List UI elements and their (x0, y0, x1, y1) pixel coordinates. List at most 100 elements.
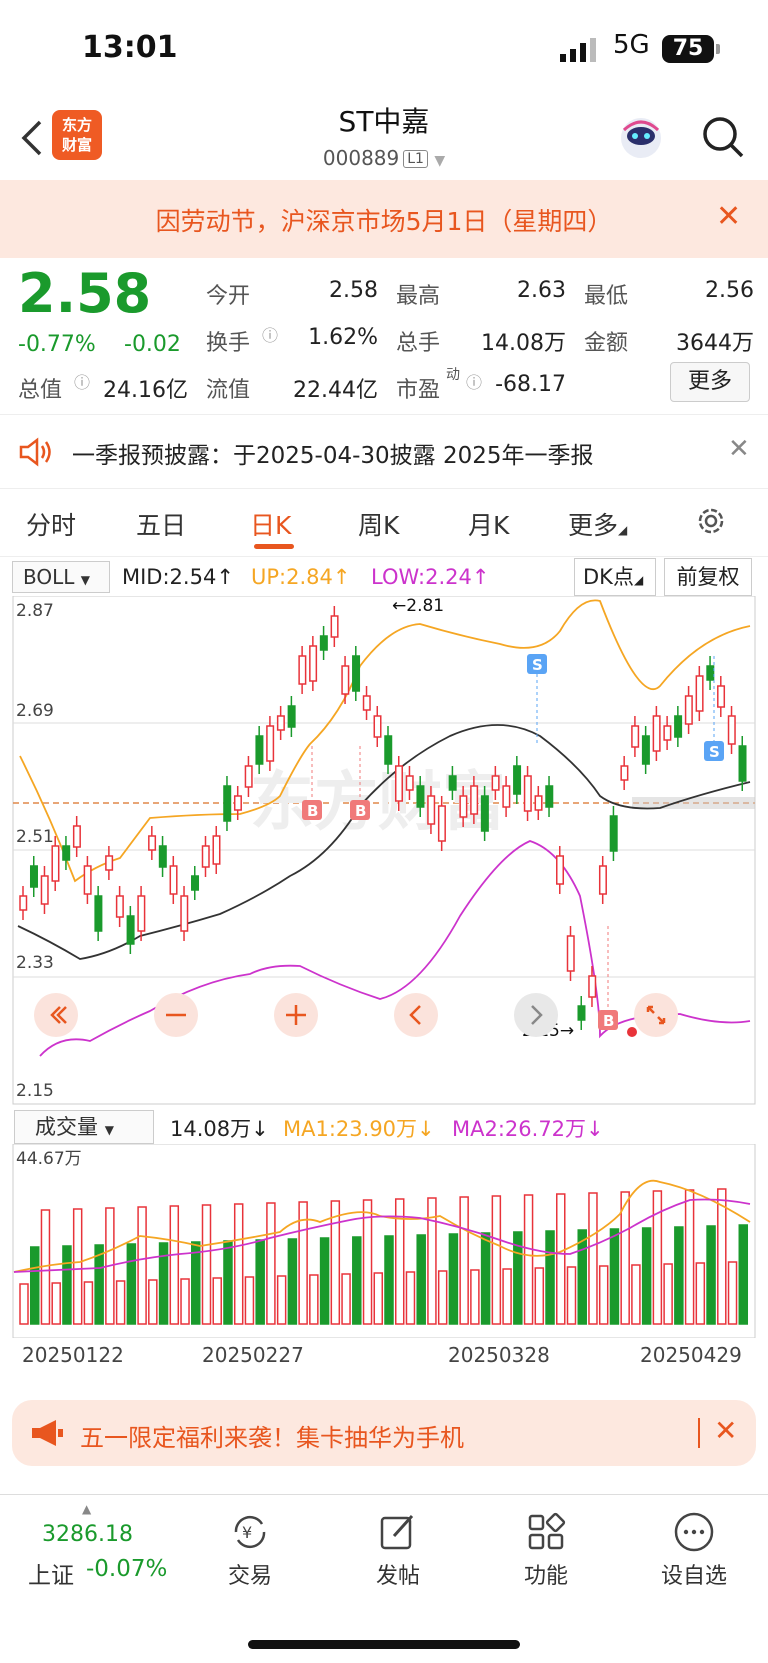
indicator-select[interactable]: BOLL ▼ (12, 561, 110, 593)
network-label: 5G (613, 30, 650, 60)
candle (502, 785, 511, 808)
candle (19, 895, 28, 911)
candle (148, 835, 157, 851)
candle (641, 735, 650, 765)
volume-bar (51, 1282, 61, 1325)
nav-add-watchlist[interactable]: 设自选 (644, 1558, 744, 1590)
candle (62, 845, 71, 861)
adjust-button[interactable]: 前复权 (664, 558, 752, 596)
expand-up-icon[interactable]: ▲ (82, 1502, 91, 1516)
volume-indicator-select[interactable]: 成交量 ▼ (14, 1110, 154, 1144)
volume-bar (309, 1274, 319, 1325)
candle (330, 615, 339, 638)
index-change[interactable]: -0.07% (86, 1556, 167, 1582)
index-name[interactable]: 上证 (28, 1556, 74, 1590)
volume-chart[interactable]: 44.67万 (0, 1144, 768, 1338)
volume-value-label: 14.08万↓ (170, 1117, 269, 1141)
info-icon[interactable]: ⓘ (74, 369, 90, 393)
battery-icon: 75 (662, 35, 714, 63)
nav-trade[interactable]: 交易 (200, 1558, 300, 1590)
volume-bar (255, 1239, 265, 1325)
candle (459, 795, 468, 818)
volume-value: 14.08万 (481, 331, 566, 356)
candle (169, 865, 178, 895)
close-icon[interactable]: ✕ (716, 202, 741, 232)
candle (201, 845, 210, 868)
volume-bar (577, 1229, 587, 1325)
candle (663, 725, 672, 741)
promo-text[interactable]: 五一限定福利来袭！集卡抽华为手机 (80, 1418, 464, 1453)
buy-marker: B (355, 802, 366, 820)
candle (556, 855, 565, 885)
post-icon[interactable] (376, 1510, 420, 1554)
volume-max-label: 44.67万 (16, 1149, 82, 1169)
volume-bar (341, 1273, 351, 1325)
volume-bar (545, 1230, 555, 1325)
candle (577, 1005, 586, 1021)
tab-monthly-k[interactable]: 月K (468, 506, 509, 542)
search-icon[interactable] (700, 114, 746, 160)
dk-point-button[interactable]: DK点◢ (574, 558, 656, 596)
candle (652, 715, 661, 752)
promo-divider (698, 1418, 700, 1448)
candle (83, 865, 92, 895)
volume-bar (405, 1271, 416, 1325)
more-button[interactable]: 更多 (670, 362, 750, 402)
volume-bar (534, 1267, 545, 1325)
trade-icon[interactable]: ¥ (228, 1510, 272, 1554)
tab-weekly-k[interactable]: 周K (358, 506, 399, 542)
volume-bar (148, 1279, 158, 1325)
tab-five-day[interactable]: 五日 (136, 506, 186, 542)
buy-marker: B (603, 1012, 614, 1030)
volume-bar (330, 1200, 341, 1325)
index-value[interactable]: 3286.18 (42, 1522, 133, 1547)
close-icon[interactable]: ✕ (714, 1414, 737, 1447)
tab-daily-k[interactable]: 日K (250, 506, 291, 542)
volume-bar (566, 1266, 577, 1325)
high-label: 最高 (396, 284, 441, 309)
candle (244, 765, 253, 788)
close-icon[interactable]: ✕ (728, 434, 750, 464)
boll-up: UP:2.84↑ (251, 565, 351, 589)
candle (427, 795, 436, 825)
nav-function[interactable]: 功能 (496, 1558, 596, 1590)
nav-post[interactable]: 发帖 (348, 1558, 448, 1590)
assistant-robot-icon[interactable] (616, 112, 666, 162)
y-tick: 2.87 (16, 601, 54, 621)
volume-bar (276, 1275, 287, 1325)
volume-bar (717, 1188, 727, 1325)
volume-bar (169, 1205, 180, 1325)
candle (416, 785, 425, 808)
volume-bar (180, 1278, 190, 1325)
volume-bar (191, 1241, 201, 1325)
candle (137, 895, 146, 932)
candle (598, 865, 607, 895)
volume-ma1: MA1:23.90万↓ (283, 1117, 435, 1141)
kline-chart[interactable]: 2.87 2.69 2.51 2.33 2.15 东方财富 B B S S B … (0, 596, 768, 1106)
volume-bar (62, 1245, 72, 1325)
candle (94, 895, 103, 932)
volume-bar (620, 1191, 630, 1325)
volume-bar (233, 1203, 244, 1325)
volume-bar (352, 1236, 362, 1325)
candle (738, 745, 747, 782)
tab-more[interactable]: 更多◢ (568, 506, 627, 542)
candle (29, 865, 38, 888)
info-icon[interactable]: ⓘ (262, 322, 278, 346)
gear-icon[interactable] (694, 504, 728, 538)
open-label: 今开 (206, 284, 251, 309)
boll-mid: MID:2.54↑ (122, 565, 234, 589)
change-percent: -0.77% (18, 332, 96, 357)
divider (0, 488, 768, 489)
announcement-text[interactable]: 一季报预披露：于2025-04-30披露 2025年一季报 (72, 436, 594, 470)
function-icon[interactable] (524, 1510, 568, 1554)
high-value: 2.63 (517, 278, 566, 303)
candle (212, 835, 221, 865)
candle (534, 795, 543, 811)
more-circle-icon[interactable] (672, 1510, 716, 1554)
volume-bar (319, 1237, 330, 1325)
divider (0, 556, 768, 557)
info-icon[interactable]: ⓘ (466, 369, 482, 393)
battery-tip (716, 44, 720, 54)
tab-intraday[interactable]: 分时 (26, 506, 76, 542)
